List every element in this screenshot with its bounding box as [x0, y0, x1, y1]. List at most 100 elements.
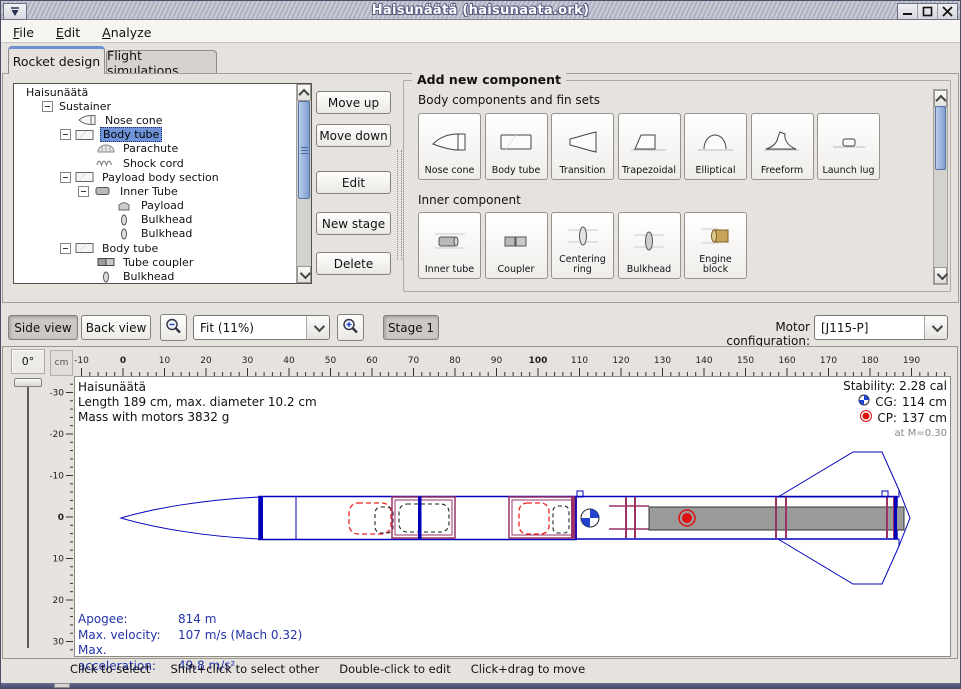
- close-icon[interactable]: [937, 4, 957, 19]
- tree-row-tube-coupler[interactable]: Tube coupler: [14, 255, 296, 269]
- tree-scrollbar-thumb[interactable]: [298, 101, 310, 199]
- cg-icon: [858, 394, 870, 410]
- menu-bar: File Edit Analyze: [1, 20, 960, 43]
- motor-configuration-label: Motor configuration:: [690, 320, 810, 348]
- new-stage-button[interactable]: New stage: [316, 212, 391, 235]
- tree-row-bulkhead[interactable]: Bulkhead: [14, 227, 296, 241]
- minimize-icon[interactable]: [898, 4, 917, 19]
- menu-file[interactable]: File: [13, 25, 34, 40]
- scroll-down-icon[interactable]: [934, 267, 947, 284]
- status-bar: Click to selectShift+click to select oth…: [70, 662, 605, 676]
- add-elliptical-button[interactable]: Elliptical: [684, 113, 747, 180]
- svg-text:20: 20: [200, 356, 212, 366]
- motor-configuration-combobox[interactable]: [J115-P]: [814, 315, 948, 340]
- add-launch-lug-button[interactable]: Launch lug: [817, 113, 880, 180]
- scroll-up-icon[interactable]: [934, 90, 947, 107]
- tree-row-payload-body-section[interactable]: Payload body section: [14, 170, 296, 184]
- tree-row-body-tube[interactable]: Body tube: [14, 128, 296, 142]
- zoom-level-combobox[interactable]: Fit (11%): [193, 315, 330, 340]
- tree-row-parachute[interactable]: Parachute: [14, 142, 296, 156]
- ruler-unit-label: cm: [50, 350, 73, 376]
- tube-coupler-shape[interactable]: [392, 497, 455, 538]
- expander-minus-icon[interactable]: [42, 101, 53, 112]
- component-scrollbar[interactable]: [933, 89, 948, 285]
- nose-cone-shape[interactable]: [121, 497, 259, 539]
- component-scrollbar-thumb[interactable]: [935, 106, 946, 170]
- edit-button[interactable]: Edit: [316, 171, 391, 194]
- tree-row-bulkhead[interactable]: Bulkhead: [14, 213, 296, 227]
- tree-row-body-tube[interactable]: Body tube: [14, 241, 296, 255]
- scroll-down-icon[interactable]: [297, 266, 311, 283]
- expander-minus-icon[interactable]: [60, 243, 71, 254]
- component-tree[interactable]: HaisunäätäSustainerNose coneBody tubePar…: [13, 83, 312, 284]
- cp-row: CP:137 cm: [843, 410, 947, 426]
- tree-row-inner-tube[interactable]: Inner Tube: [14, 184, 296, 198]
- fin-top-shape[interactable]: [778, 452, 899, 497]
- svg-text:-10: -10: [74, 356, 89, 366]
- svg-text:100: 100: [529, 356, 548, 366]
- svg-text:180: 180: [861, 356, 878, 366]
- add-trapezoidal-button[interactable]: Trapezoidal: [618, 113, 681, 180]
- svg-text:20: 20: [53, 596, 65, 606]
- vertical-splitter[interactable]: [397, 150, 402, 260]
- expander-minus-icon[interactable]: [60, 129, 71, 140]
- back-view-button[interactable]: Back view: [81, 315, 151, 340]
- launch-lug-icon: [829, 117, 869, 166]
- status-hint: Click+drag to move: [471, 662, 585, 676]
- add-nose-cone-button[interactable]: Nose cone: [418, 113, 481, 180]
- chevron-down-icon[interactable]: [306, 316, 329, 339]
- zoom-in-button[interactable]: [337, 314, 364, 341]
- bulkhead-icon: [114, 228, 134, 240]
- tree-row-bulkhead[interactable]: Bulkhead: [14, 269, 296, 283]
- add-coupler-button[interactable]: Coupler: [485, 212, 548, 279]
- tab-rocket-design[interactable]: Rocket design: [8, 46, 105, 74]
- delete-button[interactable]: Delete: [316, 252, 391, 275]
- rotation-slider-handle[interactable]: [14, 378, 42, 387]
- elliptical-fin-icon: [696, 117, 736, 166]
- fin-bottom-shape[interactable]: [778, 539, 899, 584]
- window-resize-notch[interactable]: [54, 683, 70, 688]
- cg-row: CG:114 cm: [843, 394, 947, 410]
- tab-flight-simulations[interactable]: Flight simulations: [106, 50, 217, 75]
- tree-row-payload[interactable]: Payload: [14, 199, 296, 213]
- svg-text:130: 130: [654, 356, 671, 366]
- tree-row-haisunäätä[interactable]: Haisunäätä: [14, 85, 296, 99]
- chevron-down-icon[interactable]: [924, 316, 947, 339]
- add-body-tube-button[interactable]: Body tube: [485, 113, 548, 180]
- svg-text:110: 110: [571, 356, 588, 366]
- tree-row-nose-cone[interactable]: Nose cone: [14, 113, 296, 127]
- move-up-button[interactable]: Move up: [316, 91, 391, 114]
- expander-minus-icon[interactable]: [60, 172, 71, 183]
- add-bulkhead-button[interactable]: Bulkhead: [618, 212, 681, 279]
- tree-row-sustainer[interactable]: Sustainer: [14, 99, 296, 113]
- add-transition-button[interactable]: Transition: [551, 113, 614, 180]
- body-tube-icon: [75, 242, 95, 254]
- bulkhead-icon: [629, 216, 669, 265]
- stage-1-toggle[interactable]: Stage 1: [383, 315, 439, 340]
- engine-block-icon: [696, 216, 736, 255]
- magnifier-plus-icon: [341, 317, 360, 339]
- scroll-up-icon[interactable]: [297, 84, 311, 101]
- bulkhead-icon: [96, 271, 116, 283]
- move-down-button[interactable]: Move down: [316, 124, 391, 147]
- menu-analyze[interactable]: Analyze: [102, 25, 151, 40]
- menu-edit[interactable]: Edit: [56, 25, 80, 40]
- add-centering-ring-button[interactable]: Centering ring: [551, 212, 614, 279]
- parachute-shape[interactable]: [349, 503, 391, 534]
- expander-minus-icon[interactable]: [78, 186, 89, 197]
- zoom-out-button[interactable]: [160, 314, 187, 341]
- maximize-icon[interactable]: [917, 4, 937, 19]
- svg-text:60: 60: [366, 356, 378, 366]
- add-inner-tube-button[interactable]: Inner tube: [418, 212, 481, 279]
- add-engine-block-button[interactable]: Engine block: [684, 212, 747, 279]
- tree-row-shock-cord[interactable]: Shock cord: [14, 156, 296, 170]
- magnifier-minus-icon: [164, 317, 183, 339]
- tree-scrollbar[interactable]: [296, 84, 311, 283]
- flight-row: Apogee:814 m: [78, 612, 302, 628]
- add-freeform-button[interactable]: Freeform: [751, 113, 814, 180]
- section-label-body: Body components and fin sets: [418, 93, 600, 107]
- trapezoidal-fin-icon: [629, 117, 669, 166]
- svg-text:90: 90: [491, 356, 503, 366]
- rotation-slider-track[interactable]: [27, 387, 29, 648]
- side-view-button[interactable]: Side view: [8, 315, 78, 340]
